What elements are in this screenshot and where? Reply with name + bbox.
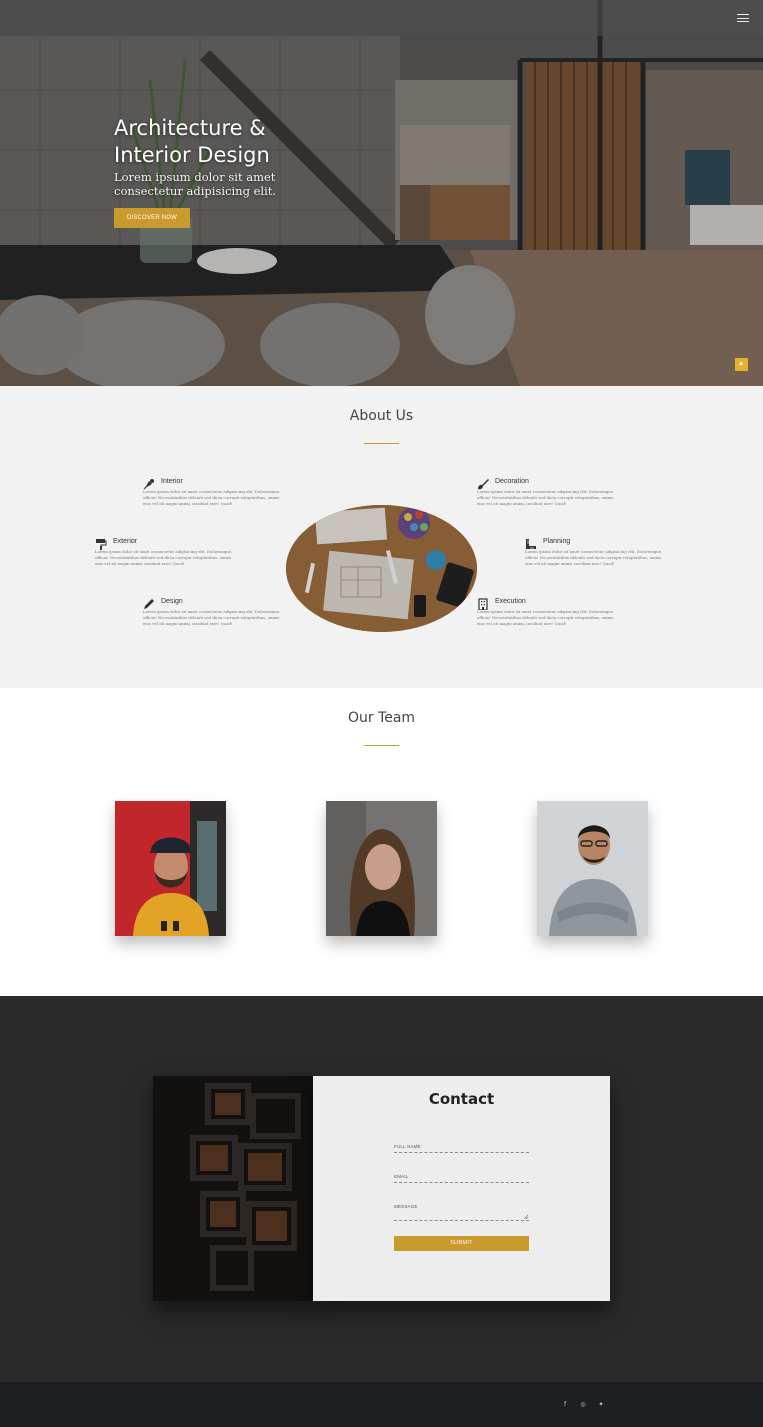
hero-title: Architecture & Interior Design [114,115,270,169]
pen-nib-icon [143,475,155,490]
service-text: Lorem ipsum dolor sit amet consectetur a… [477,609,615,626]
service-text: Lorem ipsum dolor sit amet consectetur a… [477,489,615,506]
contact-title: Contact [428,1090,495,1108]
hero-title-line2: Interior Design [114,143,270,167]
hero-section: Architecture & Interior Design Lorem ips… [0,0,763,386]
contact-building-image [153,1076,313,1301]
service-execution: Execution Lorem ipsum dolor sit amet con… [477,594,622,626]
hamburger-icon[interactable] [737,14,749,23]
message-textarea[interactable] [394,1209,529,1218]
footer: f ◎ ✦ [0,1382,763,1427]
service-planning: Planning Lorem ipsum dolor sit amet cons… [525,534,670,566]
full-name-input[interactable] [394,1149,529,1153]
paint-brush-icon [477,475,489,490]
service-interior: Interior Lorem ipsum dolor sit amet cons… [143,474,288,506]
email-field[interactable]: EMAIL [394,1174,529,1183]
service-design: Design Lorem ipsum dolor sit amet consec… [143,594,288,626]
pencil-icon [143,595,155,609]
service-text: Lorem ipsum dolor sit amet consectetur a… [143,489,281,506]
full-name-field[interactable]: FULL NAME [394,1144,529,1153]
team-member-photo [115,801,226,936]
submit-button[interactable]: SUBMIT [394,1236,529,1251]
facebook-icon[interactable]: f [561,1401,569,1409]
hero-title-line1: Architecture & [114,116,266,140]
paint-roller-icon [95,535,107,550]
service-name: Exterior [113,537,138,545]
service-name: Execution [495,597,526,605]
team-member-photo [326,801,437,936]
team-member-photo [537,801,648,936]
service-name: Planning [543,537,571,545]
instagram-icon[interactable]: ◎ [579,1401,587,1409]
ruler-combined-icon [525,535,537,549]
team-divider [364,745,399,746]
service-decoration: Decoration Lorem ipsum dolor sit amet co… [477,474,622,506]
service-name: Decoration [495,477,529,485]
about-divider [364,443,399,444]
about-title: About Us [349,408,414,424]
resize-handle-icon[interactable] [524,1215,528,1219]
service-name: Design [161,597,183,605]
service-text: Lorem ipsum dolor sit amet consectetur a… [143,609,281,626]
service-text: Lorem ipsum dolor sit amet consectetur a… [95,549,233,566]
contact-form-card: Contact FULL NAME EMAIL MESSAGE SUBMIT [313,1076,610,1301]
discover-now-button[interactable]: DISCOVER NOW [114,208,190,228]
about-section: About Us Interior Lorem ipsum dolor sit … [0,386,763,688]
about-desk-image [286,505,477,632]
arrow-up-icon[interactable] [735,358,748,371]
team-section: Our Team [0,688,763,996]
service-text: Lorem ipsum dolor sit amet consectetur a… [525,549,663,566]
message-field[interactable]: MESSAGE [394,1204,529,1221]
hero-subtitle: Lorem ipsum dolor sit amet consectetur a… [114,170,277,198]
team-title: Our Team [347,710,416,726]
top-navbar [0,0,763,36]
building-icon [477,595,489,611]
email-input[interactable] [394,1179,529,1183]
service-exterior: Exterior Lorem ipsum dolor sit amet cons… [95,534,240,566]
twitter-icon[interactable]: ✦ [597,1401,605,1409]
contact-section: Contact FULL NAME EMAIL MESSAGE SUBMIT [0,996,763,1382]
service-name: Interior [161,477,183,485]
